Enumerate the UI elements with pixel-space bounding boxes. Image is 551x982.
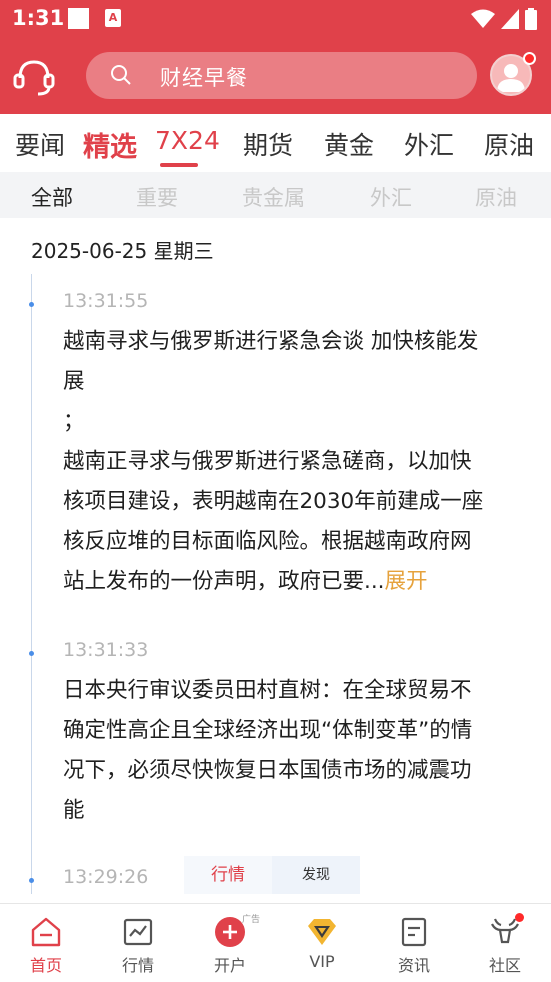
subtab-forex[interactable]: 外汇 xyxy=(370,182,412,212)
news-body: 越南寻求与俄罗斯进行紧急会谈 加快核能发 展 ； 越南正寻求与俄罗斯进行紧急磋商… xyxy=(63,322,533,602)
subtab-crude-oil[interactable]: 原油 xyxy=(475,182,517,212)
headset-icon[interactable] xyxy=(12,54,56,98)
app-header: 1:31 A 财经早餐 xyxy=(0,0,551,114)
notification-square-icon xyxy=(68,8,89,29)
tab-news[interactable]: 要闻 xyxy=(15,126,65,162)
search-bar[interactable]: 财经早餐 xyxy=(86,52,477,99)
subtab-precious-metals[interactable]: 贵金属 xyxy=(242,182,305,212)
news-line: 核反应堆的目标面临风险。根据越南政府网 xyxy=(63,529,472,554)
a-notification-icon: A xyxy=(105,9,121,27)
subtab-all[interactable]: 全部 xyxy=(31,182,73,212)
notification-dot xyxy=(523,52,536,65)
search-icon xyxy=(111,65,131,85)
active-tab-indicator xyxy=(160,163,198,167)
signal-icon xyxy=(501,9,519,29)
news-line: ； xyxy=(63,409,85,434)
news-line: 越南寻求与俄罗斯进行紧急会谈 加快核能发 xyxy=(63,329,479,354)
nav-label: VIP xyxy=(309,952,335,971)
news-line: 能 xyxy=(63,798,85,823)
tab-7x24[interactable]: 7X24 xyxy=(155,126,220,155)
nav-label: 社区 xyxy=(488,956,521,975)
status-time: 1:31 xyxy=(12,6,65,30)
home-icon xyxy=(31,917,61,947)
timeline-dot xyxy=(29,878,34,883)
wifi-icon xyxy=(471,9,495,28)
tab-gold[interactable]: 黄金 xyxy=(324,126,374,162)
status-bar: 1:31 A xyxy=(0,0,551,38)
news-line: 确定性高企且全球经济出现“体制变革”的情 xyxy=(63,718,473,743)
news-line: 日本央行审议委员田村直树：在全球贸易不 xyxy=(63,678,472,703)
news-line: 展 xyxy=(63,369,85,394)
news-body: 日本央行审议委员田村直树：在全球贸易不 确定性高企且全球经济出现“体制变革”的情… xyxy=(63,671,533,831)
notification-dot xyxy=(515,913,524,922)
document-icon xyxy=(401,917,427,947)
tab-crude-oil[interactable]: 原油 xyxy=(484,126,534,162)
news-time: 13:29:26 xyxy=(63,866,149,888)
news-last-line: 站上发布的一份声明，政府已要...展开 xyxy=(63,562,533,602)
news-line: 越南正寻求与俄罗斯进行紧急磋商，以加快 xyxy=(63,449,472,474)
nav-open-account[interactable]: 广告 开户 xyxy=(184,904,276,982)
subtab-important[interactable]: 重要 xyxy=(136,182,178,212)
nav-home[interactable]: 首页 xyxy=(0,904,92,982)
timeline-line xyxy=(31,274,32,894)
tab-futures[interactable]: 期货 xyxy=(243,126,293,162)
nav-label: 资讯 xyxy=(397,956,430,975)
nav-label: 首页 xyxy=(29,956,62,975)
feed-date: 2025-06-25 星期三 xyxy=(31,239,214,263)
ad-tag: 广告 xyxy=(242,915,261,925)
floating-tabs: 行情 发现 xyxy=(184,856,360,894)
nav-label: 行情 xyxy=(121,956,154,975)
timeline-dot xyxy=(29,651,34,656)
bottom-nav: 首页 行情 广告 开户 VIP 资讯 社区 xyxy=(0,903,551,981)
float-tab-market[interactable]: 行情 xyxy=(184,856,272,894)
search-placeholder: 财经早餐 xyxy=(160,66,248,90)
nav-community[interactable]: 社区 xyxy=(459,904,551,982)
main-tabs: 要闻 精选 7X24 期货 黄金 外汇 原油 xyxy=(0,114,551,172)
tab-forex[interactable]: 外汇 xyxy=(404,126,454,162)
nav-label: 开户 xyxy=(213,956,246,975)
news-time: 13:31:55 xyxy=(63,290,149,312)
battery-icon xyxy=(525,8,537,30)
timeline-dot xyxy=(29,302,34,307)
news-line: 核项目建设，表明越南在2030年前建成一座 xyxy=(63,489,484,514)
system-icons xyxy=(471,8,537,30)
news-time: 13:31:33 xyxy=(63,639,149,661)
sub-tabs: 全部 重要 贵金属 外汇 原油 xyxy=(0,172,551,218)
news-line: 况下，必须尽快恢复日本国债市场的减震功 xyxy=(63,758,472,783)
nav-vip[interactable]: VIP xyxy=(276,904,368,982)
news-line: 站上发布的一份声明，政府已要... xyxy=(63,569,385,594)
float-tab-discover[interactable]: 发现 xyxy=(272,856,360,894)
tab-featured[interactable]: 精选 xyxy=(83,125,137,164)
vip-diamond-icon xyxy=(308,919,336,945)
news-feed[interactable]: 2025-06-25 星期三 13:31:55 越南寻求与俄罗斯进行紧急会谈 加… xyxy=(0,218,551,903)
nav-news[interactable]: 资讯 xyxy=(368,904,460,982)
chart-icon xyxy=(123,918,153,946)
expand-link[interactable]: 展开 xyxy=(385,569,428,594)
nav-market[interactable]: 行情 xyxy=(92,904,184,982)
